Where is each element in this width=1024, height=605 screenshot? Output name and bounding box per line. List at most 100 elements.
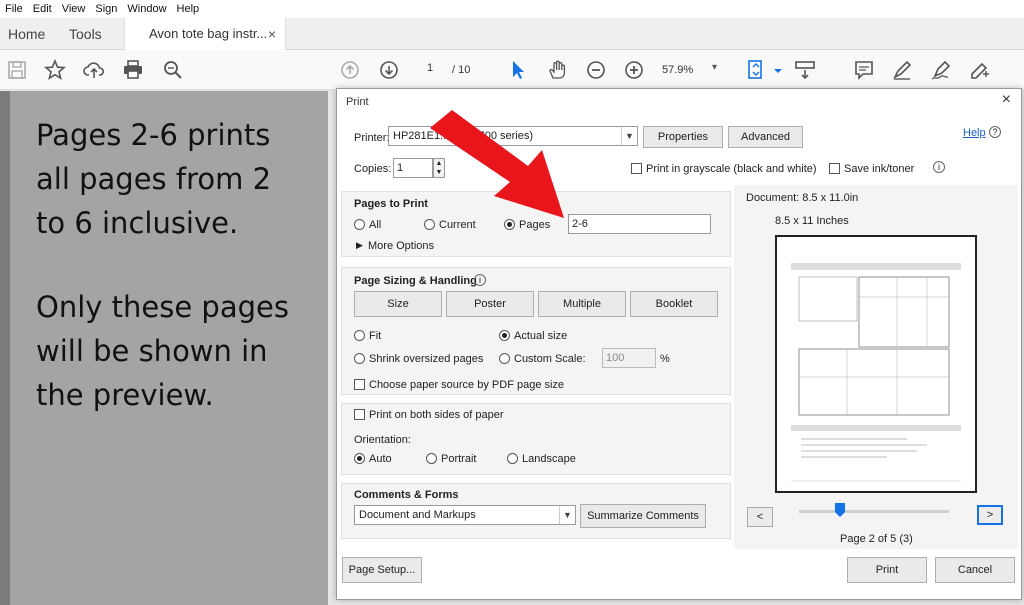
prev-page-button[interactable]: < bbox=[747, 507, 773, 527]
zoom-level[interactable]: 57.9% bbox=[662, 64, 693, 76]
help-icon[interactable]: ? bbox=[989, 126, 1001, 138]
page-preview bbox=[775, 235, 977, 493]
radio-landscape[interactable] bbox=[507, 453, 518, 464]
sizing-info-icon[interactable]: i bbox=[474, 274, 486, 286]
copies-stepper[interactable]: ▲ ▼ bbox=[433, 158, 445, 178]
save-ink-label: Save ink/toner bbox=[844, 163, 915, 175]
star-icon[interactable] bbox=[43, 58, 67, 82]
zoom-caret-icon[interactable]: ▾ bbox=[712, 62, 717, 73]
dialog-close-icon[interactable]: × bbox=[1002, 91, 1011, 109]
radio-shrink-label: Shrink oversized pages bbox=[369, 353, 484, 365]
percent-label: % bbox=[660, 353, 670, 365]
save-ink-checkbox[interactable] bbox=[829, 163, 840, 174]
radio-pages[interactable] bbox=[504, 219, 515, 230]
page-range-value: 2-6 bbox=[572, 218, 588, 230]
radio-actual-size[interactable] bbox=[499, 330, 510, 341]
cloud-upload-icon[interactable] bbox=[82, 58, 106, 82]
help-link[interactable]: Help bbox=[963, 127, 986, 139]
print-dialog: Print × Printer: HP281E1...kJet 2700 ser… bbox=[336, 88, 1022, 600]
page-total: / 10 bbox=[452, 64, 471, 76]
copies-input[interactable]: 1 bbox=[393, 158, 433, 178]
save-icon[interactable] bbox=[5, 58, 29, 82]
info-icon[interactable]: i bbox=[933, 161, 945, 173]
both-sides-label: Print on both sides of paper bbox=[369, 409, 504, 421]
page-down-icon[interactable] bbox=[377, 58, 401, 82]
printer-label: Printer: bbox=[354, 132, 390, 144]
zoom-in-icon[interactable] bbox=[622, 58, 646, 82]
radio-auto[interactable] bbox=[354, 453, 365, 464]
paper-source-checkbox[interactable] bbox=[354, 379, 365, 390]
multiple-button[interactable]: Multiple bbox=[538, 291, 626, 317]
tab-document[interactable]: Avon tote bag instr... × bbox=[124, 18, 286, 50]
radio-portrait-label: Portrait bbox=[441, 453, 477, 465]
next-page-button[interactable]: > bbox=[977, 505, 1003, 525]
scale-value: 100 bbox=[606, 352, 625, 364]
print-icon[interactable] bbox=[121, 58, 145, 82]
menu-bar: File Edit View Sign Window Help bbox=[0, 0, 1024, 18]
menu-edit[interactable]: Edit bbox=[28, 3, 57, 15]
menu-view[interactable]: View bbox=[57, 3, 91, 15]
print-button[interactable]: Print bbox=[847, 557, 927, 583]
menu-help[interactable]: Help bbox=[172, 3, 205, 15]
page-preview-graphic bbox=[791, 263, 961, 482]
grayscale-checkbox[interactable] bbox=[631, 163, 642, 174]
select-cursor-icon[interactable] bbox=[506, 58, 530, 82]
radio-custom-scale-label: Custom Scale: bbox=[514, 353, 586, 365]
dialog-title: Print bbox=[346, 96, 369, 108]
radio-all[interactable] bbox=[354, 219, 365, 230]
menu-file[interactable]: File bbox=[0, 3, 28, 15]
summarize-comments-button[interactable]: Summarize Comments bbox=[580, 504, 706, 528]
page-setup-button[interactable]: Page Setup... bbox=[342, 557, 422, 583]
more-options-link[interactable]: More Options bbox=[368, 240, 434, 252]
radio-current-label: Current bbox=[439, 219, 476, 231]
booklet-button[interactable]: Booklet bbox=[630, 291, 718, 317]
scale-input[interactable]: 100 bbox=[602, 348, 656, 368]
both-sides-checkbox[interactable] bbox=[354, 409, 365, 420]
radio-portrait[interactable] bbox=[426, 453, 437, 464]
scroll-mode-icon[interactable] bbox=[793, 58, 817, 82]
menu-sign[interactable]: Sign bbox=[90, 3, 122, 15]
tab-tools[interactable]: Tools bbox=[69, 18, 102, 50]
tab-document-title: Avon tote bag instr... bbox=[149, 26, 268, 41]
radio-all-label: All bbox=[369, 219, 382, 231]
highlight-pen-icon[interactable] bbox=[890, 58, 914, 82]
expand-triangle-icon[interactable]: ▶ bbox=[356, 240, 363, 251]
document-size: Document: 8.5 x 11.0in bbox=[746, 192, 859, 204]
radio-fit[interactable] bbox=[354, 330, 365, 341]
radio-fit-label: Fit bbox=[369, 330, 382, 342]
radio-pages-label: Pages bbox=[519, 219, 551, 231]
tab-close-icon[interactable]: × bbox=[268, 26, 276, 42]
page-up-icon[interactable] bbox=[338, 58, 362, 82]
radio-custom-scale[interactable] bbox=[499, 353, 510, 364]
printer-select[interactable]: HP281E1...kJet 2700 series) ▼ bbox=[388, 126, 638, 146]
radio-current[interactable] bbox=[424, 219, 435, 230]
comments-select[interactable]: Document and Markups ▼ bbox=[354, 505, 576, 525]
orientation-label: Orientation: bbox=[354, 434, 411, 446]
radio-landscape-label: Landscape bbox=[522, 453, 576, 465]
advanced-button[interactable]: Advanced bbox=[728, 126, 803, 148]
properties-button[interactable]: Properties bbox=[643, 126, 723, 148]
size-button[interactable]: Size bbox=[354, 291, 442, 317]
edit-text-icon[interactable] bbox=[968, 58, 992, 82]
left-edge-panel bbox=[0, 91, 10, 605]
zoom-search-icon[interactable] bbox=[161, 58, 185, 82]
comments-heading: Comments & Forms bbox=[354, 489, 459, 501]
page-slider-track[interactable] bbox=[799, 510, 949, 513]
page-number-input[interactable]: 1 bbox=[416, 62, 444, 80]
chevron-down-icon: ▼ bbox=[621, 127, 637, 145]
menu-window[interactable]: Window bbox=[122, 3, 171, 15]
fit-page-caret-icon[interactable] bbox=[766, 58, 782, 82]
page-range-input[interactable]: 2-6 bbox=[568, 214, 711, 234]
hand-tool-icon[interactable] bbox=[545, 58, 569, 82]
annotation-text-1: Pages 2-6 prints all pages from 2 to 6 i… bbox=[36, 118, 272, 240]
page-info: Page 2 of 5 (3) bbox=[840, 533, 913, 545]
zoom-out-icon[interactable] bbox=[584, 58, 608, 82]
radio-shrink[interactable] bbox=[354, 353, 365, 364]
fit-page-icon[interactable] bbox=[744, 58, 768, 82]
copies-label: Copies: bbox=[354, 163, 392, 175]
comment-icon[interactable] bbox=[852, 58, 876, 82]
cancel-button[interactable]: Cancel bbox=[935, 557, 1015, 583]
poster-button[interactable]: Poster bbox=[446, 291, 534, 317]
tab-home[interactable]: Home bbox=[8, 18, 45, 50]
sign-pen-icon[interactable] bbox=[929, 58, 953, 82]
